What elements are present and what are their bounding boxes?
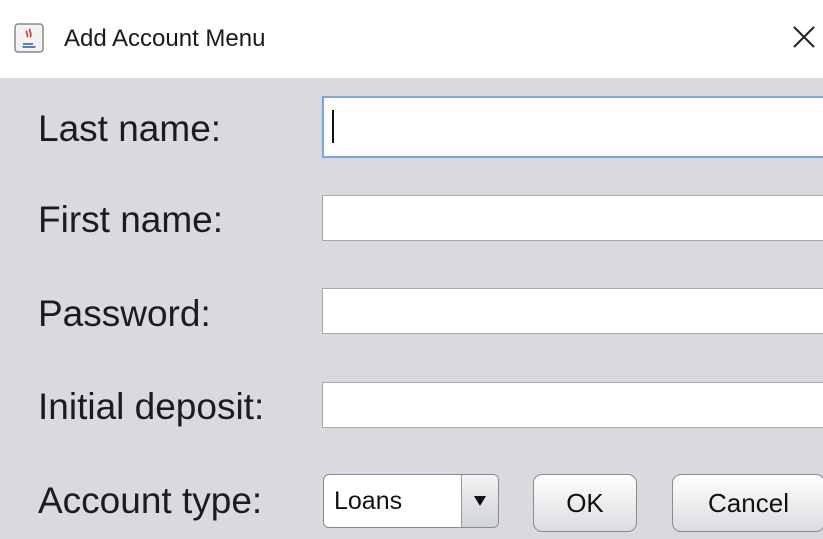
title-bar: Add Account Menu <box>0 0 823 78</box>
last-name-label: Last name: <box>38 108 222 149</box>
ok-button[interactable]: OK <box>533 474 637 532</box>
password-input[interactable] <box>322 288 823 334</box>
window-title: Add Account Menu <box>64 25 266 52</box>
close-icon <box>793 26 815 48</box>
triangle-down-icon <box>474 496 486 506</box>
last-name-input[interactable] <box>322 96 823 158</box>
initial-deposit-input[interactable] <box>322 382 823 428</box>
initial-deposit-label: Initial deposit: <box>38 386 265 427</box>
first-name-label: First name: <box>38 199 224 240</box>
cancel-button[interactable]: Cancel <box>672 474 823 532</box>
close-button[interactable] <box>785 14 823 60</box>
first-name-input[interactable] <box>322 195 823 241</box>
account-type-select[interactable]: Loans <box>323 474 499 528</box>
java-cup-icon <box>14 23 44 53</box>
text-caret <box>332 110 334 143</box>
account-type-value: Loans <box>334 487 403 515</box>
dropdown-arrow-button[interactable] <box>461 475 498 527</box>
password-label: Password: <box>38 293 211 334</box>
account-type-label: Account type: <box>38 480 263 521</box>
